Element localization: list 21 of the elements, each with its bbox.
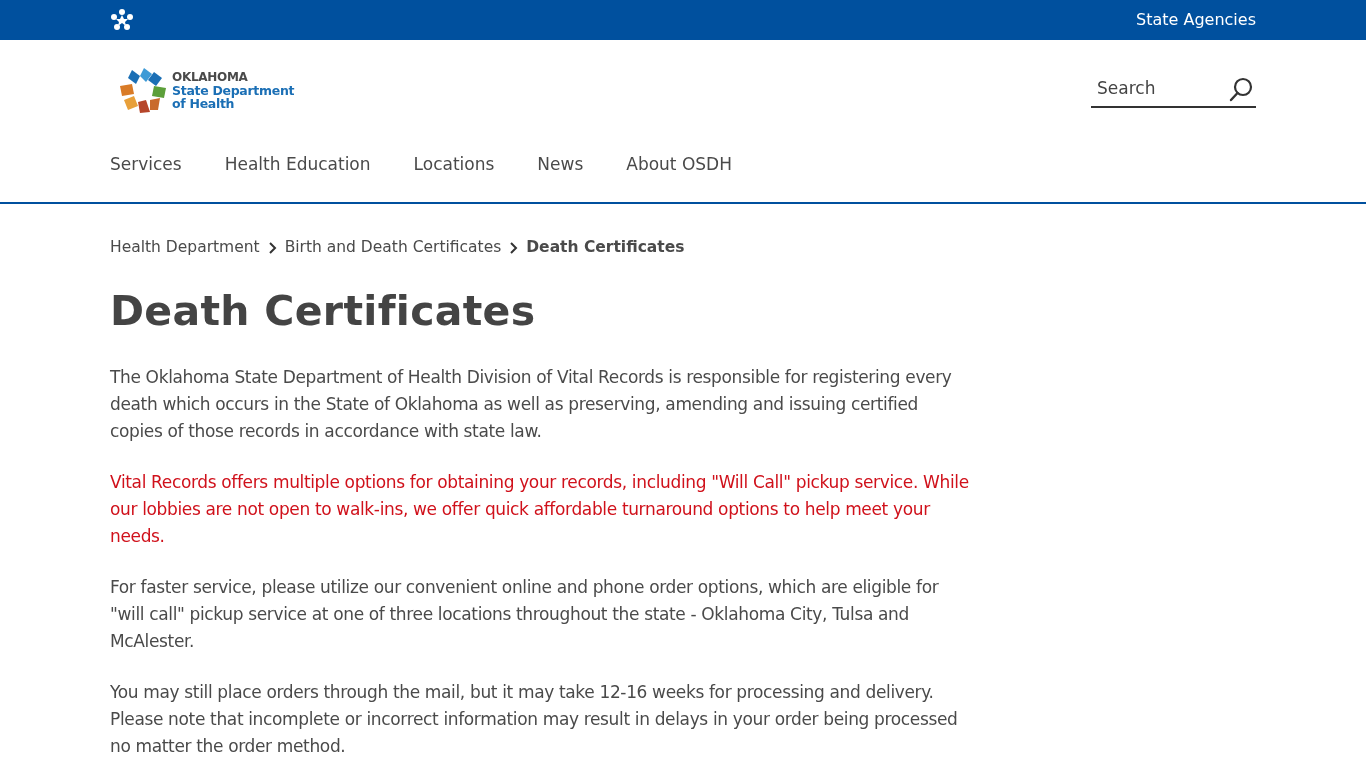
chevron-right-icon [509,240,519,255]
paragraph: The Oklahoma State Department of Health Division of Vital Records is responsible for registering every death which occurs in the State of Oklahoma as well as preserving, amending and issuing certified copies of those records in accordance with state law. [110,366,953,444]
logo-text: OKLAHOMA [172,70,249,84]
department-logo[interactable]: OKLAHOMA State Department of Health [118,66,295,114]
page-title: Death Certificates [110,287,537,337]
breadcrumb-link[interactable]: Health Department [110,236,260,260]
nav-link[interactable]: News [537,140,584,178]
nav-link[interactable]: About OSDH [626,140,732,178]
paragraph: You may still place orders through the mail, but it may take 12-16 weeks for processing and delivery. Please note that incomplete or incorrect information may result in delays in your order being processed no matter the order method. [110,681,959,759]
state-agencies-link[interactable]: State Agencies [1136,8,1256,32]
paragraph: For faster service, please utilize our convenient online and phone order options, which are eligible for "will call" pickup service at one of three locations throughout the state - Oklahoma City, Tulsa and McAlester. [110,576,940,654]
notice-paragraph: Vital Records offers multiple options for obtaining your records, including "Will Call" pickup service. While our lobbies are not open to walk-ins, we offer quick affordable turnaround options to help meet your needs. [110,471,970,549]
nav-link[interactable]: Health Education [224,140,371,178]
search-icon[interactable] [1228,77,1254,104]
logo-text: State Department [172,83,295,97]
nav-link[interactable]: Services [110,140,182,178]
logo-text: of Health [172,96,235,110]
nav-link[interactable]: Locations [413,140,495,178]
chevron-right-icon [267,240,277,255]
breadcrumb-link[interactable]: Birth and Death Certificates [284,236,502,260]
breadcrumb-current: Death Certificates [526,237,685,258]
